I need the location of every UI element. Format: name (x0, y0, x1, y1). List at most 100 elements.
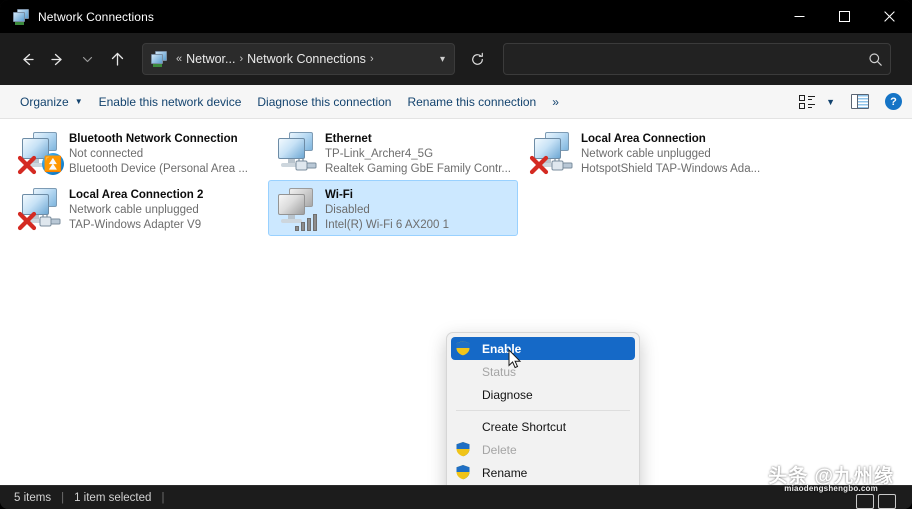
context-menu-item-label: Create Shortcut (482, 419, 567, 434)
connection-name: Local Area Connection 2 (69, 189, 204, 201)
context-menu-item-label: Diagnose (482, 387, 533, 402)
list-item-wifi-selected[interactable]: Wi-Fi Disabled Intel(R) Wi-Fi 6 AX200 1 (268, 180, 518, 236)
up-icon[interactable] (102, 44, 132, 74)
list-item[interactable]: Local Area Connection Network cable unpl… (524, 124, 774, 180)
connection-name: Ethernet (325, 133, 372, 145)
context-menu-item-label: Rename (482, 465, 528, 480)
connection-name: Bluetooth Network Connection (69, 133, 238, 145)
status-divider: | (61, 491, 65, 504)
breadcrumb-current[interactable]: Network Connections (247, 52, 366, 66)
bluetooth-icon: ⏫ (42, 153, 64, 175)
shield-icon (455, 441, 472, 458)
connection-name: Local Area Connection (581, 133, 706, 145)
network-adapter-ethernet-icon (17, 185, 65, 233)
connection-status: Network cable unplugged (69, 204, 199, 216)
breadcrumb-chevron-down-icon[interactable]: ▾ (440, 54, 445, 65)
watermark-badge-icon (856, 494, 896, 509)
network-adapter-bluetooth-icon: ⏫ (17, 129, 65, 177)
connection-device: TAP-Windows Adapter V9 (69, 219, 202, 231)
status-bar: 5 items | 1 item selected | (0, 485, 912, 509)
network-connections-window: Network Connections « Networ... › Networ… (0, 0, 912, 509)
ethernet-plug-icon (295, 158, 317, 171)
no-icon-placeholder (455, 363, 472, 380)
command-bar: Organize ▼ Enable this network device Di… (0, 85, 912, 119)
window-controls (777, 0, 912, 33)
list-item-text: Local Area Connection Network cable unpl… (581, 129, 760, 177)
breadcrumb-overflow[interactable]: « (176, 53, 182, 65)
maximize-icon[interactable] (822, 0, 867, 33)
organize-label: Organize (20, 94, 69, 109)
no-icon-placeholder (455, 418, 472, 435)
title-bar: Network Connections (0, 0, 912, 33)
enable-network-device-button[interactable]: Enable this network device (91, 85, 250, 119)
connection-name: Wi-Fi (325, 189, 353, 201)
network-connections-icon (13, 8, 29, 25)
network-adapter-ethernet-icon (273, 129, 321, 177)
command-overflow-button[interactable]: » (544, 85, 567, 119)
diagnose-connection-button[interactable]: Diagnose this connection (249, 85, 399, 119)
context-menu-item-rename[interactable]: Rename (451, 461, 635, 484)
search-icon[interactable] (860, 44, 890, 74)
close-icon[interactable] (867, 0, 912, 33)
mouse-cursor (508, 349, 522, 369)
signal-bars-icon (295, 211, 319, 231)
list-item[interactable]: ⏫ Bluetooth Network Connection Not conne… (12, 124, 262, 180)
context-menu-separator (456, 410, 630, 411)
context-menu: Enable Status Diagnose Create Shortcut D… (446, 332, 640, 509)
breadcrumb[interactable]: « Networ... › Network Connections › ▾ (142, 43, 455, 75)
ethernet-plug-icon (39, 214, 61, 227)
breadcrumb-separator-icon: › (239, 53, 244, 65)
change-view-icon[interactable] (799, 94, 817, 110)
help-icon[interactable]: ? (885, 93, 902, 110)
window-title: Network Connections (38, 9, 154, 24)
preview-pane-icon[interactable] (851, 94, 869, 109)
connection-status: Network cable unplugged (581, 148, 711, 160)
disabled-x-icon (17, 211, 37, 231)
connection-status: Not connected (69, 148, 144, 160)
change-view-chevron-down-icon[interactable]: ▼ (826, 97, 835, 107)
breadcrumb-root[interactable]: Networ... (186, 52, 235, 66)
connection-device: Realtek Gaming GbE Family Contr... (325, 163, 511, 175)
command-bar-right-group: ▼ ? (799, 93, 902, 110)
connection-device: Intel(R) Wi-Fi 6 AX200 1 (325, 219, 449, 231)
connection-device: Bluetooth Device (Personal Area ... (69, 163, 248, 175)
context-menu-item-diagnose[interactable]: Diagnose (451, 383, 635, 406)
disabled-x-icon (17, 155, 37, 175)
context-menu-item-enable[interactable]: Enable (451, 337, 635, 360)
list-item-text: Bluetooth Network Connection Not connect… (69, 129, 248, 177)
connections-list: ⏫ Bluetooth Network Connection Not conne… (0, 119, 912, 509)
context-menu-item-status: Status (451, 360, 635, 383)
context-menu-item-delete: Delete (451, 438, 635, 461)
breadcrumb-trailing-separator[interactable]: › (370, 53, 374, 65)
shield-icon (455, 464, 472, 481)
rename-connection-button[interactable]: Rename this connection (399, 85, 544, 119)
breadcrumb-network-icon (151, 51, 167, 67)
status-selection-count: 1 item selected (74, 491, 152, 504)
list-item-text: Ethernet TP-Link_Archer4_5G Realtek Gami… (325, 129, 511, 177)
minimize-icon[interactable] (777, 0, 822, 33)
no-icon-placeholder (455, 386, 472, 403)
back-icon[interactable] (12, 44, 42, 74)
search-box[interactable] (503, 43, 891, 75)
disabled-x-icon (529, 155, 549, 175)
network-adapter-ethernet-icon (529, 129, 577, 177)
list-item[interactable]: Ethernet TP-Link_Archer4_5G Realtek Gami… (268, 124, 518, 180)
organize-button[interactable]: Organize ▼ (12, 85, 91, 119)
connection-device: HotspotShield TAP-Windows Ada... (581, 163, 761, 175)
search-input[interactable] (504, 44, 860, 74)
status-item-count: 5 items (14, 491, 52, 504)
forward-icon[interactable] (42, 44, 72, 74)
list-item-text: Wi-Fi Disabled Intel(R) Wi-Fi 6 AX200 1 (325, 185, 449, 233)
list-item-text: Local Area Connection 2 Network cable un… (69, 185, 203, 233)
network-adapter-wifi-icon (273, 185, 321, 233)
connection-status: TP-Link_Archer4_5G (325, 148, 434, 160)
navigation-bar: « Networ... › Network Connections › ▾ (0, 33, 912, 85)
context-menu-item-create-shortcut[interactable]: Create Shortcut (451, 415, 635, 438)
shield-icon (455, 340, 472, 357)
recent-locations-chevron-down-icon[interactable] (72, 44, 102, 74)
refresh-icon[interactable] (461, 43, 493, 75)
status-divider: | (161, 491, 165, 504)
organize-chevron-down-icon: ▼ (74, 97, 83, 106)
list-item[interactable]: Local Area Connection 2 Network cable un… (12, 180, 262, 236)
connection-status: Disabled (325, 204, 370, 216)
